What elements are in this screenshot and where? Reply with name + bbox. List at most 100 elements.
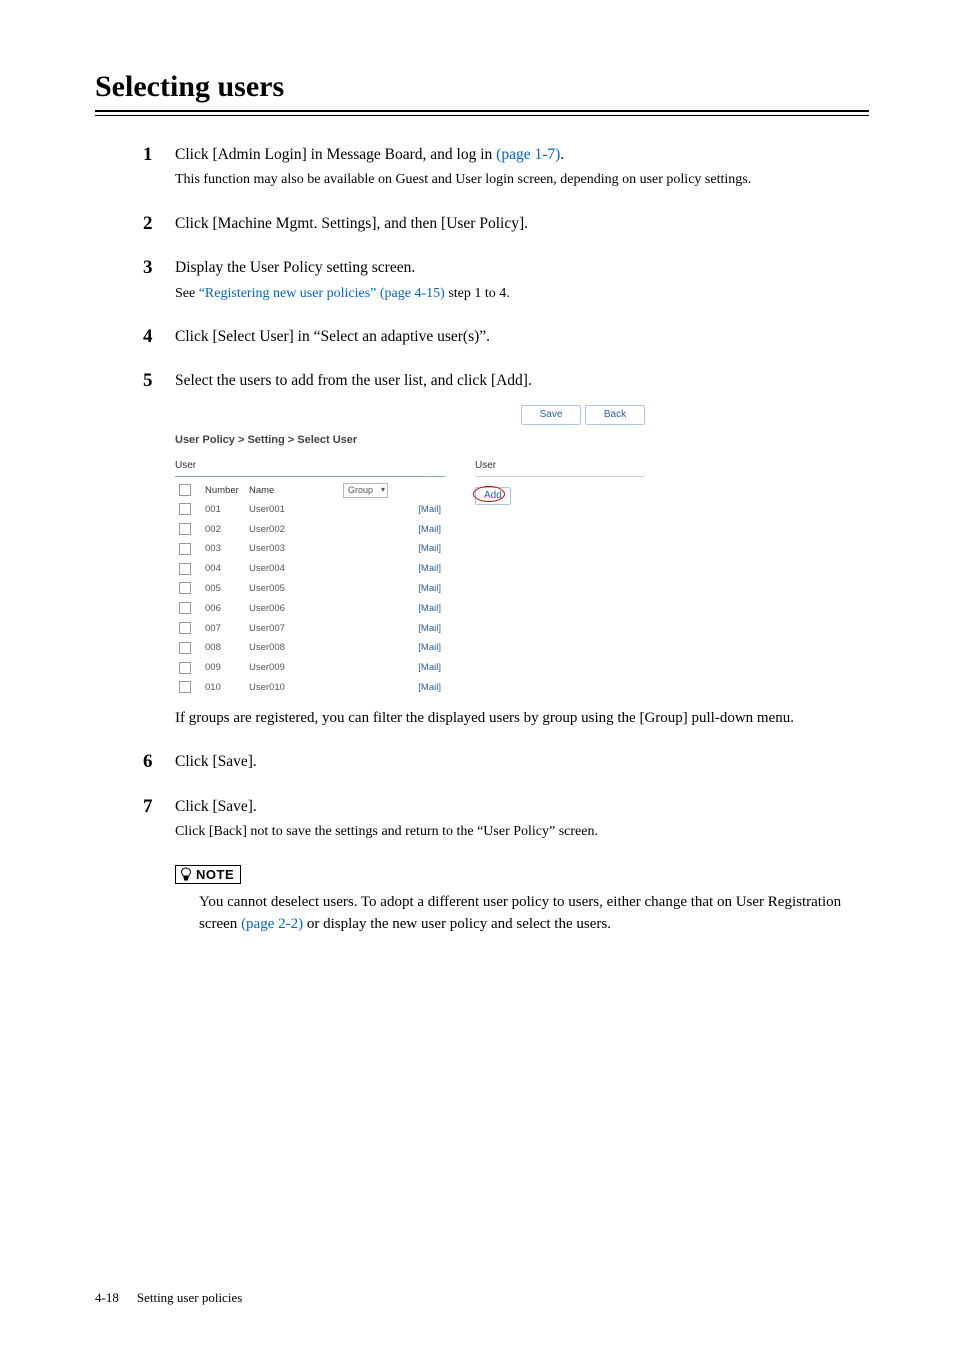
annotation-ellipse xyxy=(473,486,505,502)
user-source-panel: User Number Name Group xyxy=(175,457,445,697)
page-number: 4-18 xyxy=(95,1290,119,1305)
row-checkbox[interactable] xyxy=(179,642,191,654)
row-name: User007 xyxy=(245,619,339,639)
screenshot-toolbar: Save Back xyxy=(175,403,645,434)
mail-link[interactable]: [Mail] xyxy=(418,583,441,594)
mail-link[interactable]: [Mail] xyxy=(418,682,441,693)
table-row: 010User010 [Mail] xyxy=(175,678,445,698)
col-name: Name xyxy=(245,481,339,500)
table-row: 007User007 [Mail] xyxy=(175,619,445,639)
page-ref-4-15[interactable]: “Registering new user policies” (page 4-… xyxy=(199,286,445,301)
step-1: Click [Admin Login] in Message Board, an… xyxy=(175,144,869,191)
mail-link[interactable]: [Mail] xyxy=(418,543,441,554)
table-row: 005User005 [Mail] xyxy=(175,579,445,599)
row-name: User008 xyxy=(245,638,339,658)
table-row: 002User002 [Mail] xyxy=(175,520,445,540)
step-3-sub-post: step 1 to 4. xyxy=(445,286,510,301)
step-1-post: . xyxy=(560,146,564,163)
row-name: User009 xyxy=(245,658,339,678)
row-checkbox[interactable] xyxy=(179,582,191,594)
mail-link[interactable]: [Mail] xyxy=(418,662,441,673)
row-number: 002 xyxy=(201,520,245,540)
step-2-text: Click [Machine Mgmt. Settings], and then… xyxy=(175,213,869,235)
mail-link[interactable]: [Mail] xyxy=(418,504,441,515)
step-4: Click [Select User] in “Select an adapti… xyxy=(175,326,869,348)
step-4-text: Click [Select User] in “Select an adapti… xyxy=(175,326,869,348)
back-button[interactable]: Back xyxy=(585,405,645,426)
row-name: User010 xyxy=(245,678,339,698)
table-row: 006User006[Mail] xyxy=(175,599,445,619)
row-checkbox[interactable] xyxy=(179,622,191,634)
title-rule xyxy=(95,110,869,116)
row-number: 009 xyxy=(201,658,245,678)
row-number: 007 xyxy=(201,619,245,639)
page-title: Selecting users xyxy=(95,70,869,106)
step-1-pre: Click [Admin Login] in Message Board, an… xyxy=(175,146,496,163)
row-name: User003 xyxy=(245,539,339,559)
footer-section: Setting user policies xyxy=(137,1290,242,1305)
step-7-sub: Click [Back] not to save the settings an… xyxy=(175,822,869,842)
step-3: Display the User Policy setting screen. … xyxy=(175,257,869,304)
lightbulb-icon xyxy=(180,867,192,881)
mail-link[interactable]: [Mail] xyxy=(418,642,441,653)
col-number: Number xyxy=(201,481,245,500)
step-5-note: If groups are registered, you can filter… xyxy=(175,708,869,730)
row-name: User001 xyxy=(245,500,339,520)
source-panel-head: User xyxy=(175,457,445,477)
user-table-body: 001User001[Mail] 002User002[Mail] 003Use… xyxy=(175,500,445,698)
row-name: User006 xyxy=(245,599,339,619)
save-button[interactable]: Save xyxy=(521,405,581,426)
step-1-sub: This function may also be available on G… xyxy=(175,170,869,190)
note-block: NOTE You cannot deselect users. To adopt… xyxy=(175,865,869,936)
page-ref-2-2[interactable]: (page 2-2) xyxy=(241,916,303,932)
group-select[interactable]: Group xyxy=(343,483,388,498)
step-1-text: Click [Admin Login] in Message Board, an… xyxy=(175,144,869,166)
table-row: 001User001 [Mail] xyxy=(175,500,445,520)
row-checkbox[interactable] xyxy=(179,681,191,693)
breadcrumb: User Policy > Setting > Select User xyxy=(175,433,645,449)
page-footer: 4-18 Setting user policies xyxy=(95,1290,242,1306)
step-6: Click [Save]. xyxy=(175,751,869,773)
step-3-text: Display the User Policy setting screen. xyxy=(175,257,869,279)
step-7-text: Click [Save]. xyxy=(175,796,869,818)
note-body: You cannot deselect users. To adopt a di… xyxy=(199,892,869,936)
row-number: 004 xyxy=(201,559,245,579)
note-label: NOTE xyxy=(175,865,241,884)
page-ref-1-7[interactable]: (page 1-7) xyxy=(496,146,560,163)
note-label-text: NOTE xyxy=(196,867,234,882)
step-5-text: Select the users to add from the user li… xyxy=(175,370,869,392)
row-number: 008 xyxy=(201,638,245,658)
mail-link[interactable]: [Mail] xyxy=(418,603,441,614)
row-number: 001 xyxy=(201,500,245,520)
select-all-checkbox[interactable] xyxy=(179,484,191,496)
row-name: User005 xyxy=(245,579,339,599)
steps-list: Click [Admin Login] in Message Board, an… xyxy=(175,144,869,843)
step-5: Select the users to add from the user li… xyxy=(175,370,869,729)
mail-link[interactable]: [Mail] xyxy=(418,563,441,574)
note-body-post: or display the new user policy and selec… xyxy=(303,916,611,932)
step-3-sub-pre: See xyxy=(175,286,199,301)
row-checkbox[interactable] xyxy=(179,523,191,535)
row-name: User004 xyxy=(245,559,339,579)
table-row: 003User003 [Mail] xyxy=(175,539,445,559)
row-name: User002 xyxy=(245,520,339,540)
table-row: 009User009 [Mail] xyxy=(175,658,445,678)
step-6-text: Click [Save]. xyxy=(175,751,869,773)
step-2: Click [Machine Mgmt. Settings], and then… xyxy=(175,213,869,235)
user-target-panel: User Add xyxy=(445,457,645,697)
user-table: Number Name Group 001User001[Mail] 002Us… xyxy=(175,481,445,698)
step-7: Click [Save]. Click [Back] not to save t… xyxy=(175,796,869,843)
row-checkbox[interactable] xyxy=(179,543,191,555)
row-number: 003 xyxy=(201,539,245,559)
row-checkbox[interactable] xyxy=(179,563,191,575)
mail-link[interactable]: [Mail] xyxy=(418,623,441,634)
row-number: 010 xyxy=(201,678,245,698)
row-checkbox[interactable] xyxy=(179,503,191,515)
table-row: 004User004 [Mail] xyxy=(175,559,445,579)
mail-link[interactable]: [Mail] xyxy=(418,524,441,535)
row-checkbox[interactable] xyxy=(179,662,191,674)
target-panel-head: User xyxy=(475,457,645,477)
row-number: 005 xyxy=(201,579,245,599)
row-checkbox[interactable] xyxy=(179,602,191,614)
table-row: 008User008 [Mail] xyxy=(175,638,445,658)
